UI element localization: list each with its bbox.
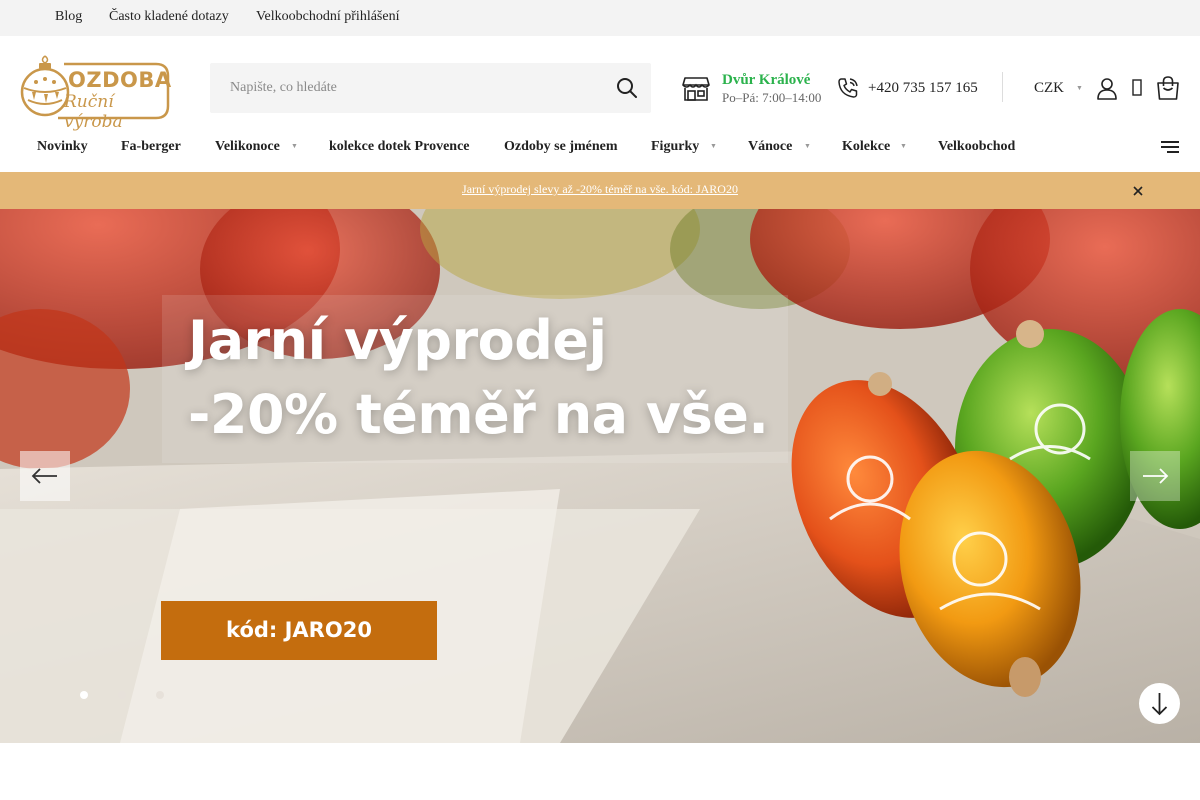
store-icon bbox=[682, 74, 710, 102]
slider-dot-3[interactable] bbox=[156, 691, 164, 699]
nav-item-ozdoby-se-jmenem[interactable]: Ozdoby se jménem bbox=[504, 139, 618, 155]
main-navigation: Novinky Fa-berger Velikonoce ▼ kolekce d… bbox=[0, 126, 1200, 172]
slider-dot-1[interactable] bbox=[80, 691, 88, 699]
nav-item-figurky[interactable]: Figurky bbox=[651, 139, 699, 155]
search-icon[interactable] bbox=[615, 76, 639, 100]
hero-headline-line2: -20% téměř na vše. bbox=[188, 383, 769, 446]
nav-item-fa-berger[interactable]: Fa-berger bbox=[121, 139, 181, 155]
currency-chevron-down-icon: ▼ bbox=[1076, 84, 1083, 92]
promo-link[interactable]: Jarní výprodej slevy až -20% téměř na vš… bbox=[0, 182, 1200, 197]
phone-icon bbox=[836, 76, 860, 100]
search-bar bbox=[210, 63, 651, 113]
hero-promo-code[interactable]: kód: JARO20 bbox=[161, 601, 437, 660]
velikonoce-chevron-down-icon: ▼ bbox=[291, 142, 298, 150]
nav-item-provence[interactable]: kolekce dotek Provence bbox=[329, 139, 470, 155]
user-icon[interactable] bbox=[1095, 76, 1119, 100]
topbar-link-faq[interactable]: Často kladené dotazy bbox=[109, 9, 229, 25]
nav-item-vanoce[interactable]: Vánoce bbox=[748, 139, 792, 155]
topbar-link-wholesale-login[interactable]: Velkoobchodní přihlášení bbox=[256, 9, 399, 25]
kolekce-chevron-down-icon: ▼ bbox=[900, 142, 907, 150]
top-utility-bar: Blog Často kladené dotazy Velkoobchodní … bbox=[0, 0, 1200, 36]
header-divider bbox=[1002, 72, 1003, 102]
close-icon[interactable] bbox=[1130, 183, 1146, 199]
vanoce-chevron-down-icon: ▼ bbox=[804, 142, 811, 150]
slider-prev-arrow-icon[interactable] bbox=[20, 451, 70, 501]
store-city-link[interactable]: Dvůr Králové bbox=[722, 72, 810, 89]
phone-link[interactable]: +420 735 157 165 bbox=[868, 80, 978, 97]
hero-headline-line1: Jarní výprodej bbox=[188, 309, 607, 372]
nav-item-velkoobchod[interactable]: Velkoobchod bbox=[938, 139, 1015, 155]
topbar-link-blog[interactable]: Blog bbox=[55, 9, 82, 25]
nav-item-novinky[interactable]: Novinky bbox=[37, 139, 88, 155]
nav-item-velikonoce[interactable]: Velikonoce bbox=[215, 139, 280, 155]
site-logo[interactable]: OZDOBA Ruční výroba bbox=[18, 52, 172, 132]
heart-icon[interactable] bbox=[1130, 77, 1144, 99]
hero-headline: Jarní výprodej -20% téměř na vše. bbox=[188, 304, 769, 452]
figurky-chevron-down-icon: ▼ bbox=[710, 142, 717, 150]
cart-icon[interactable] bbox=[1155, 75, 1181, 101]
nav-item-kolekce[interactable]: Kolekce bbox=[842, 139, 890, 155]
slider-dot-2[interactable] bbox=[118, 691, 126, 699]
logo-word: OZDOBA bbox=[68, 68, 172, 92]
scroll-down-arrow-icon[interactable] bbox=[1139, 683, 1180, 724]
promo-banner: Jarní výprodej slevy až -20% téměř na vš… bbox=[0, 172, 1200, 209]
menu-icon[interactable] bbox=[1161, 140, 1179, 154]
currency-selector[interactable]: CZK bbox=[1034, 80, 1064, 97]
slider-next-arrow-icon[interactable] bbox=[1130, 451, 1180, 501]
hero-slider: Jarní výprodej -20% téměř na vše. kód: J… bbox=[0, 209, 1200, 743]
search-input[interactable] bbox=[210, 63, 600, 113]
hero-image bbox=[0, 209, 1200, 743]
store-hours: Po–Pá: 7:00–14:00 bbox=[722, 90, 822, 105]
